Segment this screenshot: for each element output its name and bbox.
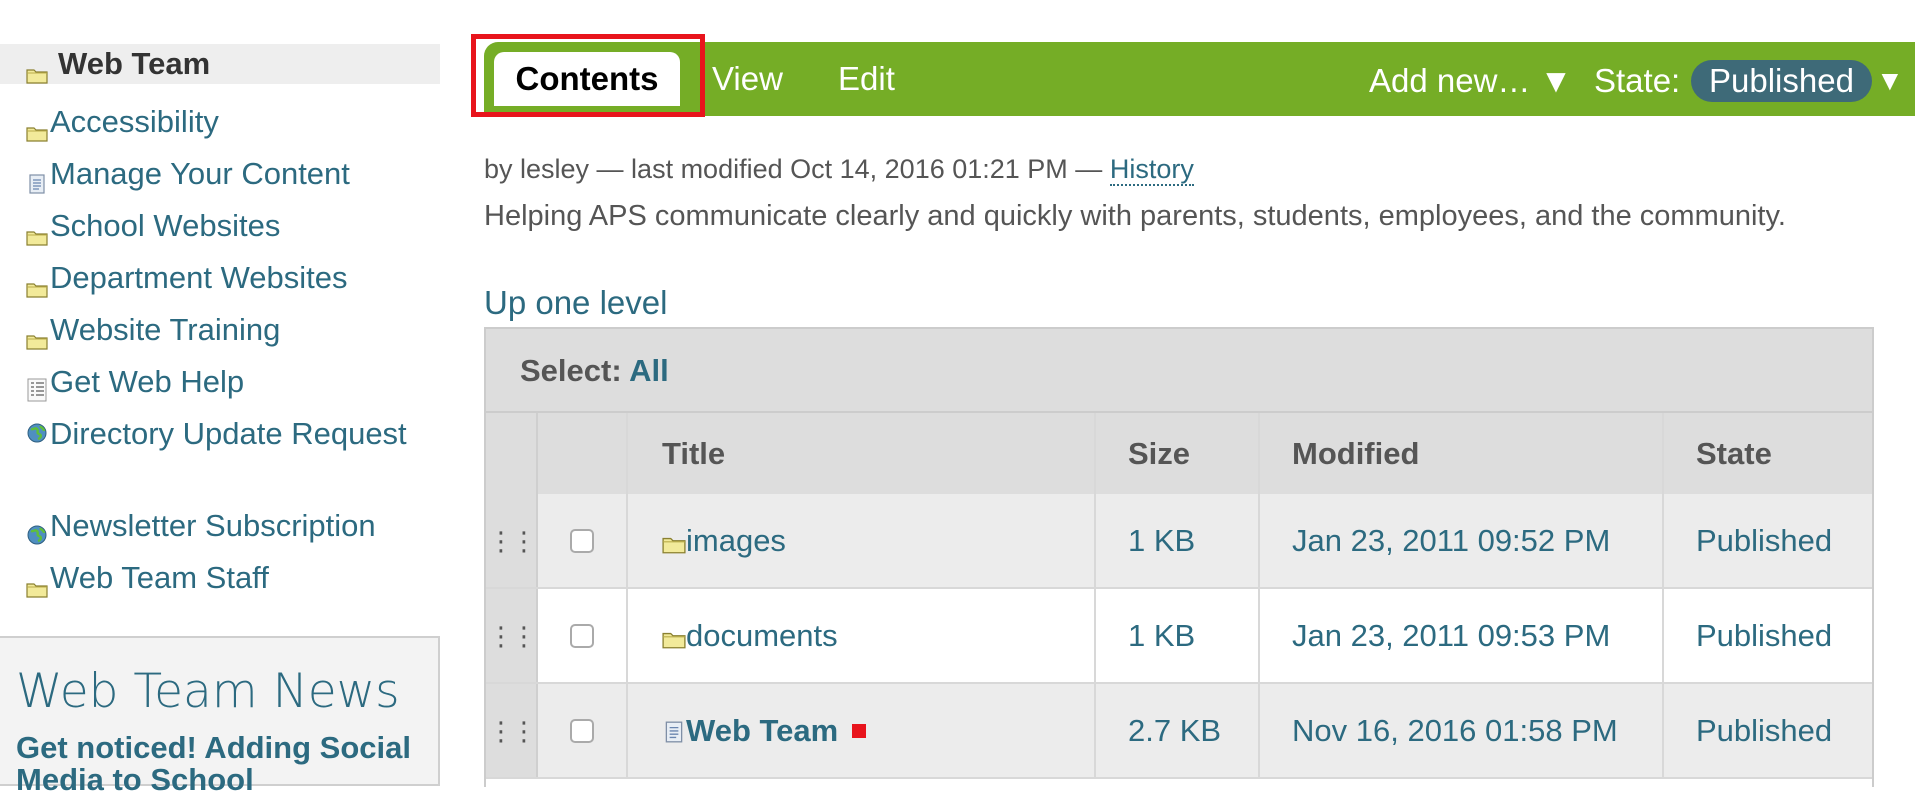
globe-link-icon — [26, 516, 48, 556]
sidebar-item-label: Directory Update Request — [50, 416, 407, 451]
sidebar-navigation: Web Team Accessibility Manage Your Conte… — [0, 44, 440, 604]
item-state: Published — [1696, 522, 1833, 558]
state-badge[interactable]: Published — [1691, 60, 1872, 102]
item-title-link[interactable]: Web Team — [686, 713, 838, 749]
select-all-link[interactable]: All — [629, 353, 669, 388]
add-new-menu[interactable]: Add new… ▼ — [1369, 60, 1572, 102]
folder-description: Helping APS communicate clearly and quic… — [484, 200, 1786, 232]
column-header-title[interactable]: Title — [628, 413, 1096, 494]
sidebar-item-label: Department Websites — [50, 260, 348, 295]
state-menu-label[interactable]: State: — [1594, 60, 1680, 102]
item-size: 1 KB — [1096, 589, 1260, 682]
header-drag-cell — [486, 413, 538, 494]
row-checkbox[interactable] — [570, 718, 594, 743]
drag-handle-icon[interactable]: ⋮⋮ — [486, 494, 538, 587]
sidebar-item-department-websites[interactable]: Department Websites — [0, 252, 440, 304]
document-byline: by lesley — last modified Oct 14, 2016 0… — [484, 154, 1194, 186]
sidebar-item-label: School Websites — [50, 208, 281, 243]
tab-edit[interactable]: Edit — [838, 52, 895, 106]
folder-icon — [662, 526, 686, 562]
item-size: 2.7 KB — [1096, 684, 1260, 777]
drag-handle-icon[interactable]: ⋮⋮ — [486, 589, 538, 682]
default-page-marker-icon — [852, 723, 867, 738]
item-state: Published — [1696, 712, 1833, 748]
sidebar-item-label: Manage Your Content — [50, 156, 350, 191]
chevron-down-icon[interactable]: ▼ — [1876, 60, 1904, 102]
row-checkbox[interactable] — [570, 623, 594, 648]
sidebar-item-manage-your-content[interactable]: Manage Your Content — [0, 148, 440, 200]
item-state: Published — [1696, 617, 1833, 653]
sidebar-item-label: Newsletter Subscription — [50, 508, 376, 543]
item-modified: Jan 23, 2011 09:52 PM — [1260, 494, 1664, 587]
column-header-state[interactable]: State — [1664, 413, 1872, 494]
news-portlet-title[interactable]: Web Team News — [16, 666, 438, 718]
column-header-modified[interactable]: Modified — [1260, 413, 1664, 494]
select-label: Select: — [520, 353, 622, 388]
table-row: ⋮⋮ Web Team 2.7 KB Nov 16, 2016 01:58 PM… — [486, 684, 1872, 779]
sidebar-item-school-websites[interactable]: School Websites — [0, 200, 440, 252]
document-icon — [662, 716, 686, 752]
form-icon — [26, 372, 48, 412]
folder-icon — [662, 621, 686, 657]
globe-link-icon — [26, 414, 48, 454]
folder-icon — [26, 216, 48, 256]
folder-contents-table: Select: All Title Size Modified State ⋮⋮… — [484, 327, 1874, 787]
folder-icon — [26, 320, 48, 360]
sidebar-item-newsletter-subscription[interactable]: Newsletter Subscription — [0, 500, 440, 552]
table-header-row: Title Size Modified State — [486, 413, 1872, 494]
sidebar-item-label: Accessibility — [50, 104, 219, 139]
up-one-level-link[interactable]: Up one level — [484, 284, 667, 322]
select-bar: Select: All — [486, 329, 1872, 413]
folder-icon — [26, 112, 48, 152]
sidebar-item-directory-update-request[interactable]: Directory Update Request — [0, 408, 440, 500]
news-item-link[interactable]: Get noticed! Adding Social Media to Scho… — [16, 731, 438, 796]
folder-icon — [26, 268, 48, 308]
item-title-link[interactable]: images — [686, 523, 786, 559]
document-icon — [26, 164, 48, 204]
sidebar-item-accessibility[interactable]: Accessibility — [0, 96, 440, 148]
column-header-size[interactable]: Size — [1096, 413, 1260, 494]
tab-view[interactable]: View — [712, 52, 783, 106]
sidebar-item-web-team-staff[interactable]: Web Team Staff — [0, 552, 440, 604]
folder-icon — [26, 568, 48, 608]
byline-text: by lesley — last modified Oct 14, 2016 0… — [484, 154, 1103, 184]
sidebar-item-get-web-help[interactable]: Get Web Help — [0, 356, 440, 408]
sidebar-item-label: Website Training — [50, 312, 281, 347]
news-portlet: Web Team News Get noticed! Adding Social… — [0, 636, 440, 795]
item-title-link[interactable]: documents — [686, 618, 838, 654]
item-modified: Jan 23, 2011 09:53 PM — [1260, 589, 1664, 682]
drag-handle-icon[interactable]: ⋮⋮ — [486, 684, 538, 777]
history-link[interactable]: History — [1109, 154, 1194, 186]
sidebar-item-web-team[interactable]: Web Team — [0, 44, 440, 84]
sidebar-item-label: Get Web Help — [50, 364, 245, 399]
contents-tab-highlight — [471, 34, 705, 117]
sidebar-item-website-training[interactable]: Website Training — [0, 304, 440, 356]
sidebar-item-label: Web Team — [58, 46, 211, 81]
header-check-cell — [538, 413, 628, 494]
table-row: ⋮⋮ images 1 KB Jan 23, 2011 09:52 PM Pub… — [486, 494, 1872, 589]
sidebar-item-label: Web Team Staff — [50, 560, 269, 595]
row-checkbox[interactable] — [570, 528, 594, 553]
table-row: ⋮⋮ documents 1 KB Jan 23, 2011 09:53 PM … — [486, 589, 1872, 684]
folder-icon — [26, 54, 48, 94]
item-size: 1 KB — [1096, 494, 1260, 587]
item-modified: Nov 16, 2016 01:58 PM — [1260, 684, 1664, 777]
